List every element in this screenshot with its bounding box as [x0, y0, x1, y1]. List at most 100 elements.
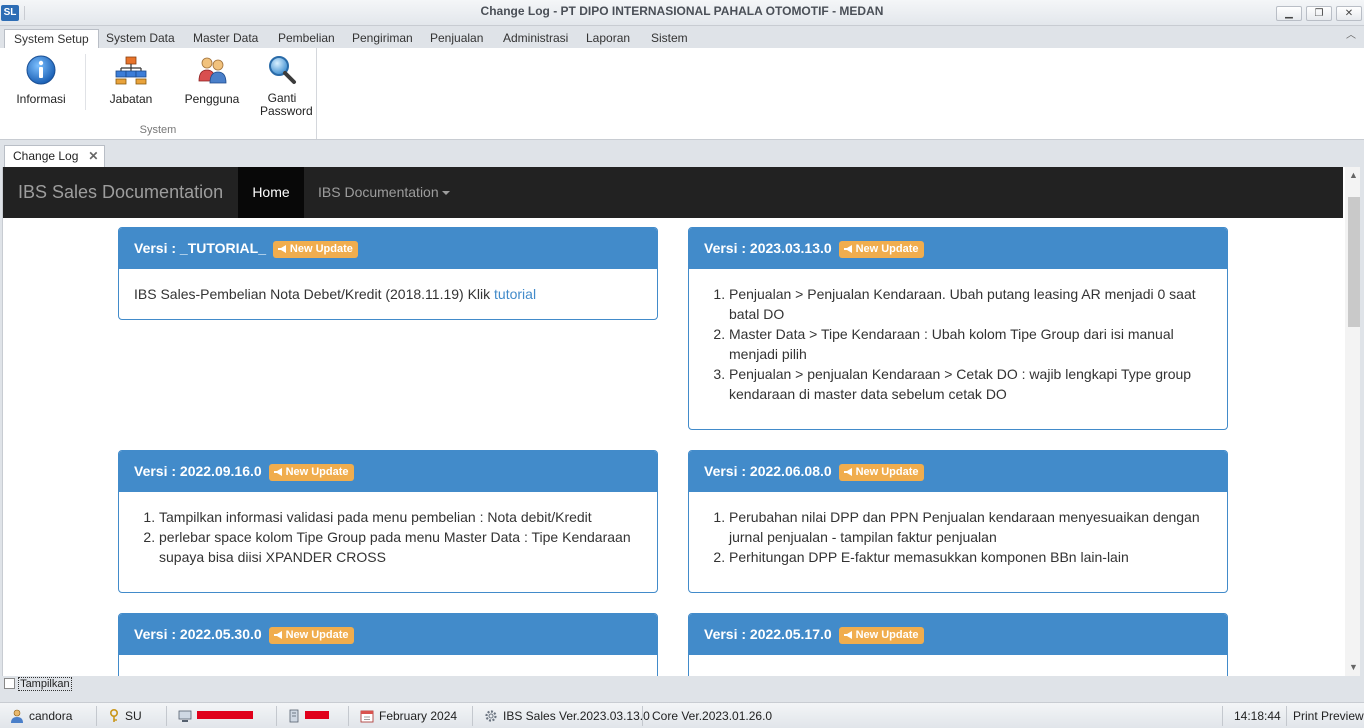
ribbon-group-separator	[316, 48, 317, 139]
window-title: Change Log - PT DIPO INTERNASIONAL PAHAL…	[480, 4, 884, 18]
nav-documentation-label: IBS Documentation	[318, 184, 439, 200]
ribbon-tabs: System Setup System Data Master Data Pem…	[0, 26, 1364, 48]
pengguna-label: Pengguna	[184, 92, 240, 106]
scroll-down-icon[interactable]: ▼	[1349, 662, 1358, 672]
nav-home-link[interactable]: Home	[238, 167, 304, 218]
new-update-badge: New Update	[272, 241, 358, 258]
change-item: perlebar space kolom Tipe Group pada men…	[159, 527, 642, 567]
tab-administrasi[interactable]: Administrasi	[494, 29, 577, 48]
status-separator	[96, 706, 97, 726]
tab-system-setup[interactable]: System Setup	[4, 29, 99, 48]
redacted-server-name	[305, 711, 329, 719]
jabatan-button[interactable]: Jabatan	[104, 54, 158, 106]
tab-change-log[interactable]: Change Log ✕	[4, 145, 106, 167]
version-heading: Versi : 2022.05.30.0 New Update	[119, 614, 657, 655]
tab-change-log-label: Change Log	[13, 149, 79, 163]
site-navbar: IBS Sales Documentation Home IBS Documen…	[3, 167, 1343, 218]
title-bar: SL Change Log - PT DIPO INTERNASIONAL PA…	[0, 0, 1364, 26]
tab-laporan[interactable]: Laporan	[577, 29, 639, 48]
key-search-icon	[266, 54, 298, 86]
version-panel: Versi : 2022.05.17.0 New Update	[688, 613, 1228, 676]
scrollbar-thumb[interactable]	[1348, 197, 1360, 327]
nav-documentation-dropdown[interactable]: IBS Documentation	[318, 167, 450, 218]
version-panel: Versi : 2023.03.13.0 New Update Penjuala…	[688, 227, 1228, 430]
caret-down-icon	[441, 191, 450, 196]
informasi-button[interactable]: Informasi	[12, 54, 70, 106]
gear-icon	[485, 710, 497, 722]
key-icon	[110, 709, 118, 722]
tab-master-data[interactable]: Master Data	[184, 29, 267, 48]
version-title: Versi : 2022.09.16.0	[134, 463, 262, 479]
status-time: 14:18:44	[1234, 709, 1281, 723]
tampilkan-checkbox[interactable]: Tampilkan	[4, 677, 72, 694]
tampilkan-label: Tampilkan	[18, 677, 72, 691]
status-app-version-label: IBS Sales Ver.2023.03.13.0	[503, 709, 650, 723]
version-panel: Versi : 2022.06.08.0 New Update Perubaha…	[688, 450, 1228, 593]
scroll-up-icon[interactable]: ▲	[1349, 170, 1358, 180]
pengguna-button[interactable]: Pengguna	[182, 54, 242, 106]
version-heading: Versi : 2022.05.17.0 New Update	[689, 614, 1227, 655]
tab-system-data[interactable]: System Data	[97, 29, 184, 48]
new-update-badge: New Update	[838, 464, 924, 481]
change-item: Perhitungan DPP E-faktur memasukkan komp…	[729, 547, 1212, 567]
change-item: Perubahan nilai DPP dan PPN Penjualan ke…	[729, 507, 1212, 547]
version-title: Versi : _TUTORIAL_	[134, 240, 267, 256]
version-title: Versi : 2022.06.08.0	[704, 463, 832, 479]
info-icon	[25, 54, 57, 86]
status-separator	[166, 706, 167, 726]
new-update-label: New Update	[285, 466, 349, 478]
new-update-label: New Update	[289, 243, 353, 255]
collapse-ribbon-icon[interactable]: ︿	[1346, 31, 1358, 41]
tutorial-link[interactable]: tutorial	[494, 286, 536, 302]
version-panel: Versi : 2022.09.16.0 New Update Tampilka…	[118, 450, 658, 593]
megaphone-icon	[273, 631, 282, 639]
calendar-icon	[360, 710, 374, 723]
checkbox-box[interactable]	[4, 678, 15, 689]
new-update-label: New Update	[855, 629, 919, 641]
status-server	[288, 709, 329, 723]
status-app-version: IBS Sales Ver.2023.03.13.0	[484, 709, 650, 723]
user-icon	[11, 709, 23, 723]
version-heading: Versi : 2022.09.16.0 New Update	[119, 451, 657, 492]
new-update-badge: New Update	[838, 627, 924, 644]
status-user-name: candora	[29, 709, 73, 723]
status-role: SU	[108, 709, 142, 723]
change-item: Penjualan > Penjualan Kendaraan. Ubah pu…	[729, 284, 1212, 324]
version-heading: Versi : _TUTORIAL_ New Update	[119, 228, 657, 269]
new-update-badge: New Update	[838, 241, 924, 258]
tab-penjualan[interactable]: Penjualan	[421, 29, 492, 48]
megaphone-icon	[843, 245, 852, 253]
informasi-label: Informasi	[16, 92, 66, 106]
megaphone-icon	[843, 468, 852, 476]
ganti-password-button[interactable]: Ganti Password	[252, 54, 313, 118]
ganti-password-label: Ganti Password	[260, 91, 313, 118]
megaphone-icon	[843, 631, 852, 639]
new-update-badge: New Update	[268, 627, 354, 644]
status-separator	[642, 706, 643, 726]
tab-sistem[interactable]: Sistem	[642, 29, 697, 48]
change-item: Tampilkan informasi validasi pada menu p…	[159, 507, 642, 527]
version-body: Penjualan > Penjualan Kendaraan. Ubah pu…	[689, 269, 1227, 419]
restore-button[interactable]: ❐	[1306, 6, 1332, 21]
status-computer	[178, 709, 253, 723]
minimize-button[interactable]: ▁	[1276, 6, 1302, 21]
changelog-browser: IBS Sales Documentation Home IBS Documen…	[2, 167, 1360, 676]
change-item: Master Data > Tipe Kendaraan : Ubah kolo…	[729, 324, 1212, 364]
restore-icon: ❐	[1314, 8, 1324, 19]
new-update-badge: New Update	[268, 464, 354, 481]
version-panel: Versi : 2022.05.30.0 New Update	[118, 613, 658, 676]
new-update-label: New Update	[285, 629, 349, 641]
new-update-label: New Update	[855, 243, 919, 255]
megaphone-icon	[273, 468, 282, 476]
vertical-scrollbar[interactable]: ▲ ▼	[1345, 167, 1360, 676]
tab-pengiriman[interactable]: Pengiriman	[343, 29, 422, 48]
print-preview-button[interactable]: Print Preview	[1293, 709, 1364, 723]
version-heading: Versi : 2022.06.08.0 New Update	[689, 451, 1227, 492]
new-update-label: New Update	[855, 466, 919, 478]
server-icon	[289, 709, 299, 723]
close-window-button[interactable]: ✕	[1336, 6, 1362, 21]
close-tab-icon[interactable]: ✕	[88, 149, 98, 163]
tab-pembelian[interactable]: Pembelian	[269, 29, 344, 48]
version-title: Versi : 2022.05.30.0	[134, 626, 262, 642]
site-brand[interactable]: IBS Sales Documentation	[18, 182, 223, 203]
